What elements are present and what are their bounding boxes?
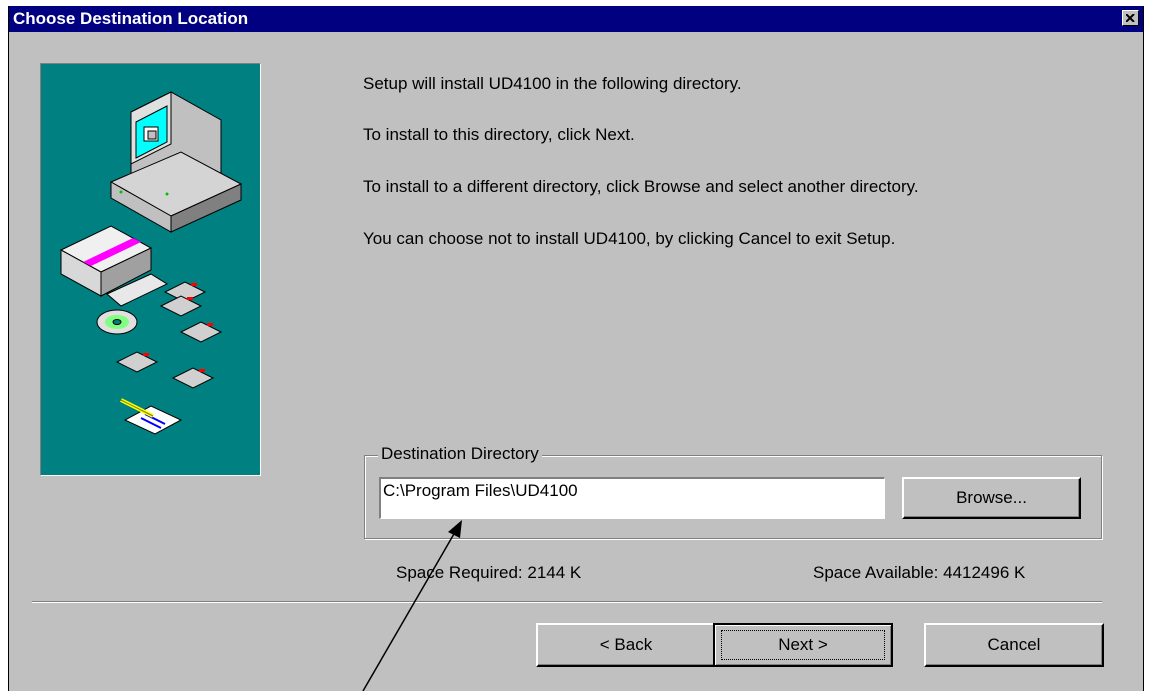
annotation-arrow-icon <box>362 520 462 691</box>
